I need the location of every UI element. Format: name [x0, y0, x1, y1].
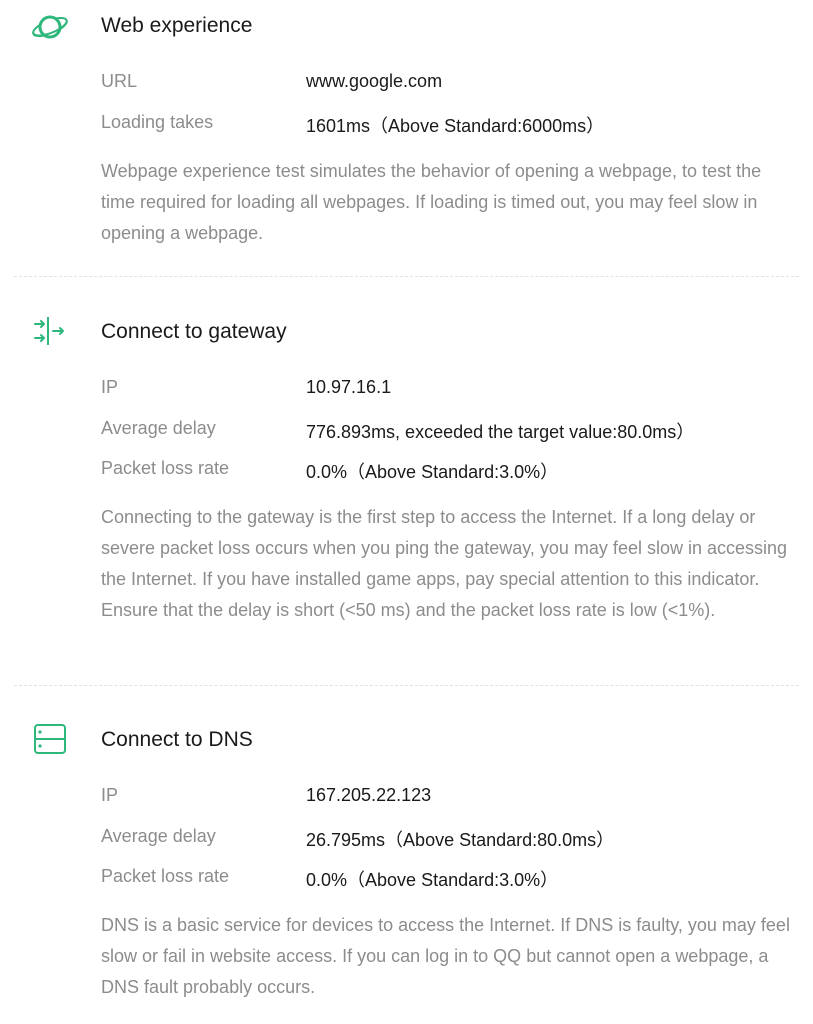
loading-takes-label: Loading takes: [101, 112, 214, 132]
average-delay-value: 26.795ms（Above Standard:80.0ms）: [306, 830, 615, 850]
ip-label: IP: [101, 377, 119, 397]
planet-icon: [30, 10, 70, 44]
url-value: www.google.com: [306, 71, 443, 91]
packet-loss-value: 0.0%（Above Standard:3.0%）: [306, 462, 559, 482]
section-description: DNS is a basic service for devices to ac…: [101, 915, 790, 997]
server-icon: [30, 722, 70, 756]
section-title: Web experience: [101, 14, 253, 37]
section-title: Connect to gateway: [101, 320, 287, 343]
ip-value: 167.205.22.123: [306, 785, 432, 805]
section-title: Connect to DNS: [101, 728, 253, 751]
section-divider: [14, 276, 799, 277]
average-delay-value: 776.893ms, exceeded the target value:80.…: [306, 422, 695, 442]
section-divider: [14, 685, 799, 686]
section-description: Connecting to the gateway is the first s…: [101, 507, 788, 620]
loading-takes-value: 1601ms（Above Standard:6000ms）: [306, 116, 605, 136]
ip-label: IP: [101, 785, 119, 805]
packet-loss-label: Packet loss rate: [101, 866, 230, 886]
packet-loss-label: Packet loss rate: [101, 458, 230, 478]
packet-loss-value: 0.0%（Above Standard:3.0%）: [306, 870, 559, 890]
average-delay-label: Average delay: [101, 418, 216, 438]
gateway-arrows-icon: [30, 314, 70, 348]
average-delay-label: Average delay: [101, 826, 216, 846]
url-label: URL: [101, 71, 138, 91]
ip-value: 10.97.16.1: [306, 377, 392, 397]
section-description: Webpage experience test simulates the be…: [101, 161, 762, 243]
